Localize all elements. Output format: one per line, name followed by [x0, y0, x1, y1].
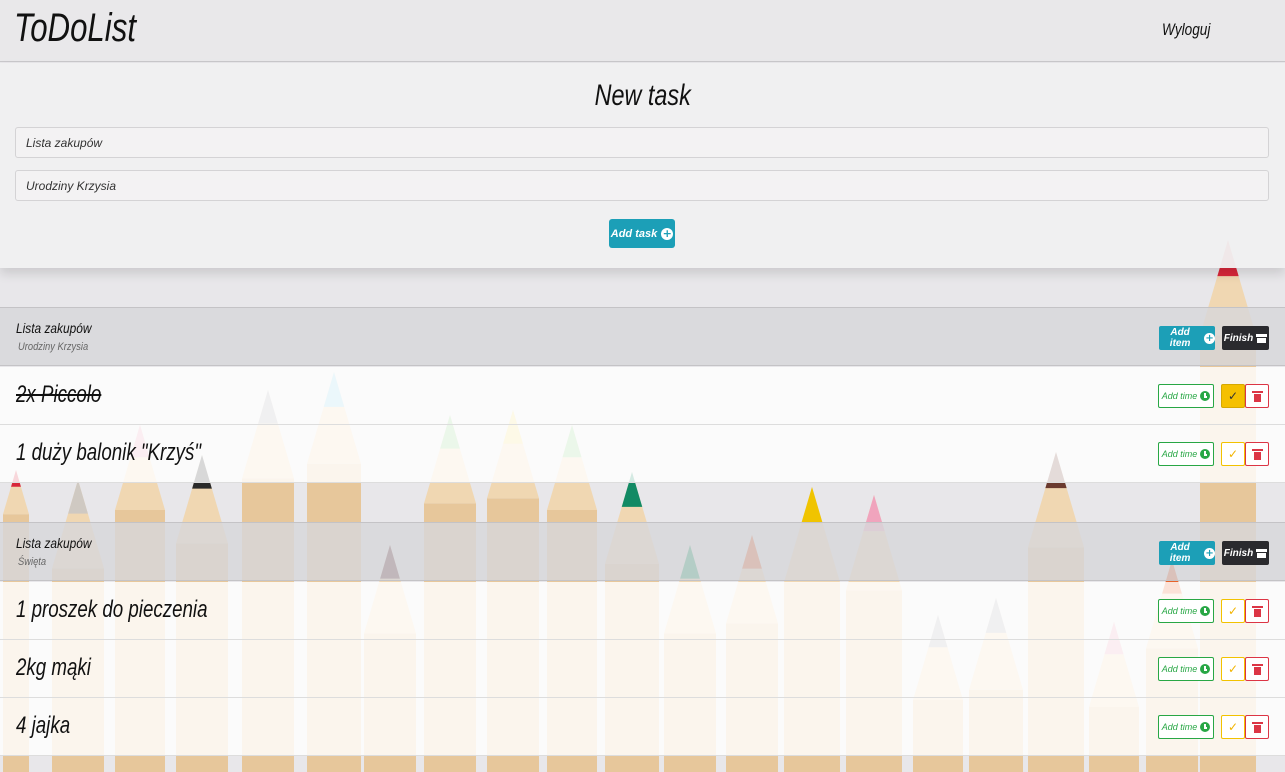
- add-item-button[interactable]: Add item +: [1159, 541, 1215, 565]
- item-text: 2kg mąki: [16, 654, 91, 681]
- list-subtitle: Urodziny Krzysia: [18, 341, 89, 353]
- plus-circle-icon: +: [1204, 547, 1215, 559]
- check-icon: ✓: [1227, 389, 1239, 403]
- trash-icon: [1251, 390, 1263, 402]
- finish-button[interactable]: Finish: [1222, 541, 1269, 565]
- delete-item-button[interactable]: [1245, 442, 1269, 466]
- mark-done-button[interactable]: ✓: [1221, 442, 1245, 466]
- finish-label: Finish: [1223, 547, 1254, 559]
- add-time-button[interactable]: Add time: [1158, 715, 1214, 739]
- add-time-label: Add time: [1161, 606, 1198, 616]
- list-title: Lista zakupów: [16, 535, 92, 551]
- list-subtitle: Święta: [18, 556, 47, 568]
- list-title: Lista zakupów: [16, 320, 92, 336]
- item-text: 1 duży balonik "Krzyś": [16, 439, 201, 466]
- delete-item-button[interactable]: [1245, 715, 1269, 739]
- add-task-label: Add task: [610, 227, 658, 240]
- list-item: 4 jajka Add time ✓: [0, 698, 1285, 756]
- add-item-button[interactable]: Add item +: [1159, 326, 1215, 350]
- mark-done-button[interactable]: ✓: [1221, 715, 1245, 739]
- list-item: 2x Piccolo Add time ✓: [0, 367, 1285, 425]
- trash-icon: [1251, 663, 1263, 675]
- list-item: 1 proszek do pieczenia Add time ✓: [0, 582, 1285, 640]
- list-header: Lista zakupów Urodziny Krzysia Add item …: [0, 307, 1285, 366]
- clock-icon: [1200, 606, 1211, 616]
- add-time-label: Add time: [1161, 449, 1198, 459]
- mark-done-button[interactable]: ✓: [1221, 384, 1245, 408]
- add-time-button[interactable]: Add time: [1158, 384, 1214, 408]
- add-time-label: Add time: [1161, 722, 1198, 732]
- new-task-title: New task: [594, 79, 691, 112]
- delete-item-button[interactable]: [1245, 599, 1269, 623]
- new-task-panel: New task Add task +: [0, 63, 1285, 268]
- check-icon: ✓: [1227, 604, 1239, 618]
- brand-logo[interactable]: ToDoList: [14, 6, 136, 51]
- item-text: 2x Piccolo: [16, 381, 102, 408]
- navbar: ToDoList Wyloguj: [0, 0, 1285, 62]
- list-header: Lista zakupów Święta Add item + Finish: [0, 522, 1285, 581]
- add-time-button[interactable]: Add time: [1158, 599, 1214, 623]
- item-text: 4 jajka: [16, 712, 71, 739]
- add-time-label: Add time: [1161, 664, 1198, 674]
- list-item: 1 duży balonik "Krzyś" Add time ✓: [0, 425, 1285, 483]
- trash-icon: [1251, 448, 1263, 460]
- plus-circle-icon: +: [661, 226, 674, 240]
- add-item-label: Add item: [1169, 327, 1191, 349]
- add-time-button[interactable]: Add time: [1158, 442, 1214, 466]
- archive-icon: [1256, 548, 1268, 558]
- item-text: 1 proszek do pieczenia: [16, 596, 208, 623]
- plus-circle-icon: +: [1204, 332, 1215, 344]
- trash-icon: [1251, 605, 1263, 617]
- clock-icon: [1200, 664, 1211, 674]
- check-icon: ✓: [1227, 447, 1239, 461]
- list-item: 2kg mąki Add time ✓: [0, 640, 1285, 698]
- check-icon: ✓: [1227, 662, 1239, 676]
- add-task-button[interactable]: Add task +: [609, 219, 675, 248]
- add-time-button[interactable]: Add time: [1158, 657, 1214, 681]
- clock-icon: [1200, 722, 1211, 732]
- task-description-input[interactable]: [15, 170, 1269, 201]
- finish-button[interactable]: Finish: [1222, 326, 1269, 350]
- check-icon: ✓: [1227, 720, 1239, 734]
- add-time-label: Add time: [1161, 391, 1198, 401]
- task-title-input[interactable]: [15, 127, 1269, 158]
- logout-link[interactable]: Wyloguj: [1162, 20, 1210, 40]
- finish-label: Finish: [1223, 332, 1254, 344]
- mark-done-button[interactable]: ✓: [1221, 599, 1245, 623]
- delete-item-button[interactable]: [1245, 384, 1269, 408]
- clock-icon: [1200, 391, 1211, 401]
- trash-icon: [1251, 721, 1263, 733]
- archive-icon: [1256, 333, 1268, 343]
- delete-item-button[interactable]: [1245, 657, 1269, 681]
- mark-done-button[interactable]: ✓: [1221, 657, 1245, 681]
- clock-icon: [1200, 449, 1211, 459]
- add-item-label: Add item: [1169, 542, 1191, 564]
